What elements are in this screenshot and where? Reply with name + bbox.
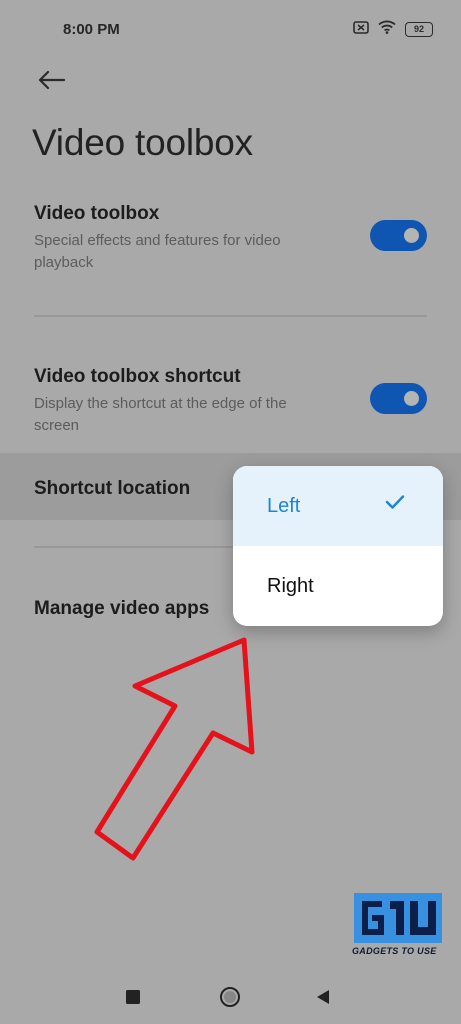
recent-apps-icon — [126, 990, 140, 1004]
back-triangle-icon — [317, 990, 329, 1004]
back-nav-button[interactable] — [312, 987, 334, 1007]
recent-apps-button[interactable] — [123, 987, 143, 1007]
watermark-logo: GADGETS TO USE — [352, 891, 444, 956]
home-button[interactable] — [217, 984, 243, 1010]
arrow-outline-icon — [94, 637, 255, 861]
home-icon — [220, 987, 240, 1007]
navigation-bar — [0, 975, 461, 1024]
watermark-text: GADGETS TO USE — [352, 946, 437, 956]
g1u-logo-icon — [352, 891, 444, 945]
